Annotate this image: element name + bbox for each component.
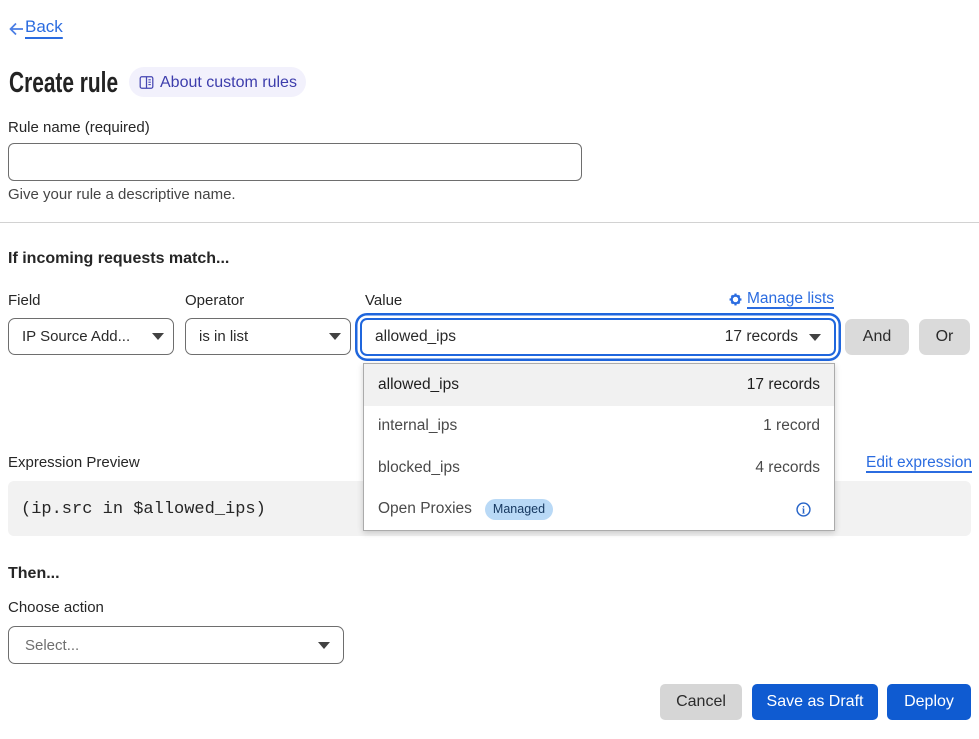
svg-text:i: i (802, 505, 805, 516)
